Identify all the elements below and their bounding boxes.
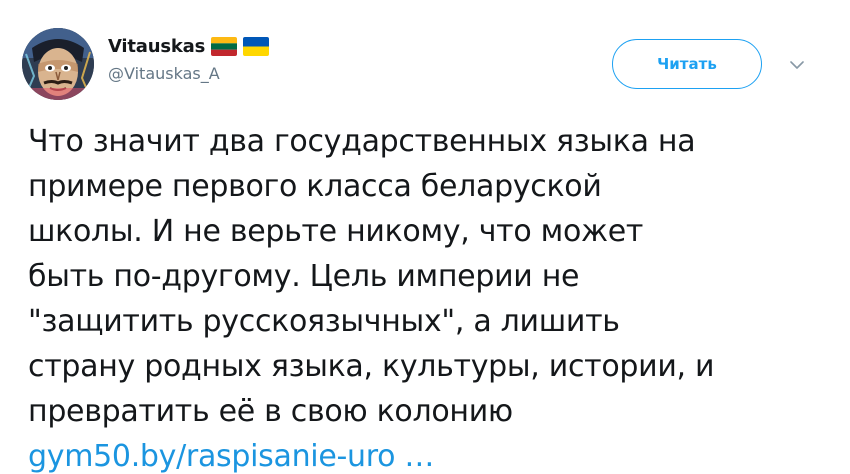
user-info: Vitauskas @Vitauskas_A [108, 34, 270, 83]
tweet-line: быть по-другому. Цель империи не [28, 259, 580, 294]
tweet-line: "защитить русскоязычных", а лишить [28, 304, 620, 339]
tweet-card: Vitauskas @Vitauskas_A Читать Что значит… [0, 0, 850, 474]
user-handle[interactable]: @Vitauskas_A [108, 64, 269, 83]
tweet-line: превратить её в свою колонию [28, 394, 513, 429]
chevron-down-icon[interactable] [786, 54, 808, 76]
tweet-line: Что значит два государственных языка на [28, 124, 696, 159]
lithuania-flag-icon [211, 36, 238, 56]
tweet-line: страну родных языка, культуры, истории, … [28, 349, 715, 384]
tweet-line: примере первого класса беларуской [28, 169, 602, 204]
display-name[interactable]: Vitauskas [108, 36, 205, 57]
name-row: Vitauskas [108, 34, 270, 58]
avatar[interactable] [22, 28, 94, 100]
tweet-line: школы. И не верьте никому, что может [28, 214, 644, 249]
tweet-text: Что значит два государственных языка на … [28, 119, 828, 474]
follow-button[interactable]: Читать [612, 39, 762, 89]
tweet-link[interactable]: gym50.by/raspisanie-uro … [28, 439, 434, 474]
ukraine-flag-icon [243, 36, 270, 56]
